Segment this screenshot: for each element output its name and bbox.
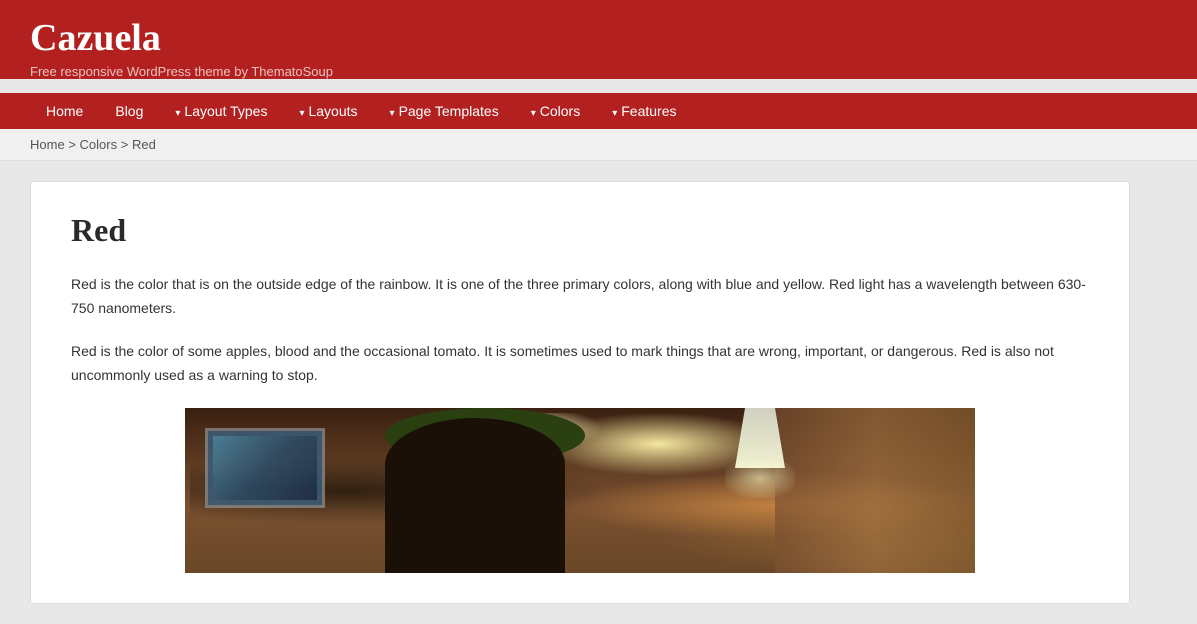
nav-item-blog[interactable]: Blog <box>99 93 159 129</box>
dropdown-arrow-icon: ▾ <box>390 108 395 119</box>
content-card: Red Red is the color that is on the outs… <box>30 181 1130 604</box>
site-title: Cazuela <box>30 18 1167 60</box>
breadcrumb-current: Red <box>132 137 156 152</box>
site-tagline: Free responsive WordPress theme by Thema… <box>30 64 1167 79</box>
nav-item-layouts[interactable]: ▾Layouts <box>283 93 373 129</box>
breadcrumb-separator: > <box>68 137 79 152</box>
page-title: Red <box>71 212 1089 249</box>
dropdown-arrow-icon: ▾ <box>531 108 536 119</box>
nav-item-colors[interactable]: ▾Colors <box>515 93 597 129</box>
main-content: Red Red is the color that is on the outs… <box>0 161 1197 624</box>
breadcrumb: Home > Colors > Red <box>0 129 1197 161</box>
nav-item-layout-types[interactable]: ▾Layout Types <box>159 93 283 129</box>
nav-item-home[interactable]: Home <box>30 93 99 129</box>
breadcrumb-separator: > <box>121 137 132 152</box>
dropdown-arrow-icon: ▾ <box>612 108 617 119</box>
dropdown-arrow-icon: ▾ <box>299 108 304 119</box>
person-silhouette <box>385 418 565 573</box>
breadcrumb-colors[interactable]: Colors <box>80 137 118 152</box>
breadcrumb-home[interactable]: Home <box>30 137 65 152</box>
tv-decoration <box>205 428 325 508</box>
wood-background <box>775 408 975 573</box>
dropdown-arrow-icon: ▾ <box>175 108 180 119</box>
article-image <box>185 408 975 573</box>
light-glow <box>725 458 795 498</box>
nav-item-page-templates[interactable]: ▾Page Templates <box>374 93 515 129</box>
nav-item-features[interactable]: ▾Features <box>596 93 692 129</box>
main-navigation: Home Blog ▾Layout Types ▾Layouts ▾Page T… <box>0 93 1197 129</box>
body-paragraph-2: Red is the color of some apples, blood a… <box>71 340 1089 388</box>
body-paragraph-1: Red is the color that is on the outside … <box>71 273 1089 321</box>
